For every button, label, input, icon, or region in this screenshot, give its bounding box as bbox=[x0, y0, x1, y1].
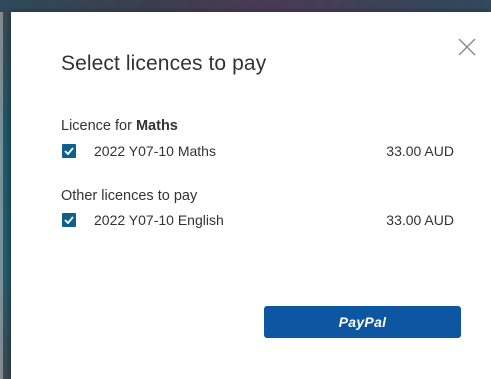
checkmark-icon bbox=[64, 216, 74, 224]
licence-row-maths[interactable]: 2022 Y07-10 Maths 33.00 AUD bbox=[61, 141, 454, 161]
dialog-title: Select licences to pay bbox=[61, 52, 267, 75]
close-icon[interactable] bbox=[456, 36, 478, 58]
backdrop-left bbox=[0, 12, 11, 379]
checkmark-icon bbox=[64, 147, 74, 155]
licence-checkbox-english[interactable] bbox=[62, 213, 76, 227]
licence-checkbox-maths[interactable] bbox=[62, 144, 76, 158]
licence-price-english: 33.00 AUD bbox=[386, 212, 454, 228]
subject-section-label: Licence for Maths bbox=[61, 118, 178, 134]
licence-label-english: 2022 Y07-10 English bbox=[94, 212, 224, 228]
licence-price-maths: 33.00 AUD bbox=[386, 143, 454, 159]
backdrop-top bbox=[0, 0, 491, 12]
subject-section-label-prefix: Licence for bbox=[61, 118, 136, 134]
other-section-label: Other licences to pay bbox=[61, 188, 198, 204]
licence-label-maths: 2022 Y07-10 Maths bbox=[94, 143, 216, 159]
subject-section-label-subject: Maths bbox=[135, 118, 178, 134]
licence-payment-dialog: Select licences to pay Licence for Maths… bbox=[11, 12, 491, 379]
paypal-button[interactable]: PayPal bbox=[264, 306, 461, 338]
licence-row-english[interactable]: 2022 Y07-10 English 33.00 AUD bbox=[61, 210, 454, 230]
